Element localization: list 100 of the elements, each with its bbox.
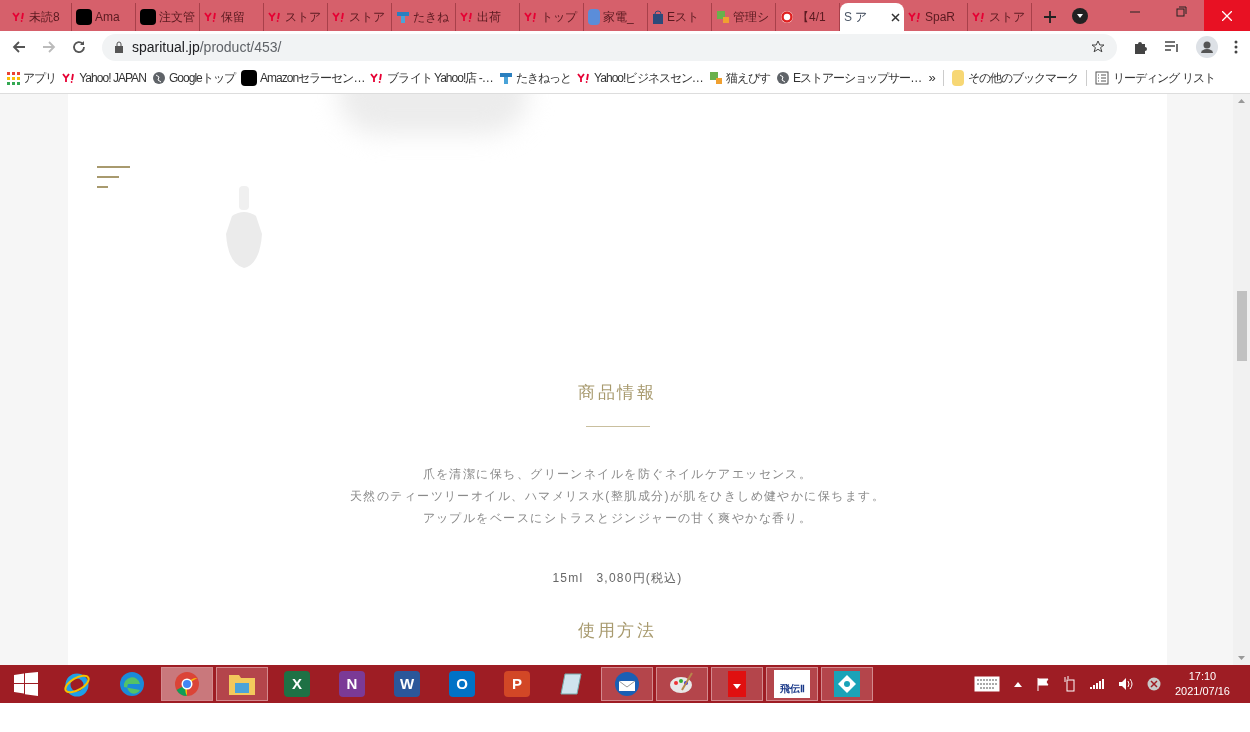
envelope-globe-icon (613, 670, 641, 698)
section-heading: 使用方法 (578, 621, 657, 641)
browser-tab[interactable]: S ア (840, 3, 904, 31)
bag-icon (652, 10, 664, 24)
app-logo-icon: O (449, 671, 475, 697)
close-icon[interactable] (891, 12, 900, 22)
chevron-up-icon[interactable] (1013, 681, 1022, 687)
app-logo-icon: X (284, 671, 310, 697)
apps-grid-icon (7, 71, 20, 85)
bookmark-item[interactable]: Yahoo! JAPAN (59, 69, 149, 87)
clock-time[interactable]: 17:10 (1188, 669, 1217, 684)
scroll-up-icon[interactable] (1238, 98, 1245, 103)
square-logo-icon (240, 70, 257, 86)
tab-title: 保留 (221, 9, 245, 26)
dropdown-icon[interactable] (1072, 7, 1088, 24)
scroll-down-icon[interactable] (1238, 656, 1245, 661)
description-line: 天然のティーツリーオイル、ハマメリス水(整肌成分)が肌をひきしめ健やかに保ちます。 (349, 488, 885, 505)
bookmark-item[interactable]: Googleトップ (148, 69, 238, 87)
price-text: 15ml 3,080円(税込) (552, 570, 683, 587)
taskbar-app[interactable] (601, 667, 653, 701)
back-icon[interactable] (12, 40, 26, 54)
section-heading: 商品情報 (578, 382, 657, 404)
browser-logo-icon (173, 670, 201, 698)
more-icon[interactable] (1234, 40, 1238, 54)
scrollbar[interactable] (1233, 94, 1250, 665)
tab-title: 注文管 (159, 9, 195, 26)
logo-mark-icon (268, 12, 282, 22)
tab-title: ストア (989, 9, 1025, 26)
globe-icon (775, 71, 790, 85)
battery-plug-icon[interactable] (1063, 676, 1076, 692)
app-logo-icon: 飛伝Ⅱ (774, 670, 810, 698)
logo-mark-icon (460, 12, 474, 22)
scroll-thumb[interactable] (1236, 291, 1247, 361)
taskbar-app[interactable]: N (326, 667, 378, 701)
windows-logo-icon[interactable] (14, 672, 38, 696)
logo-mark-icon (332, 12, 346, 22)
more-bookmarks-button[interactable]: » (924, 68, 939, 88)
logo-mark-icon (524, 12, 538, 22)
taskbar-app[interactable]: P (491, 667, 543, 701)
keyboard-icon[interactable] (973, 676, 1000, 692)
playlist-icon[interactable] (1164, 40, 1180, 54)
taskbar-app[interactable]: O (436, 667, 488, 701)
bookmark-item[interactable]: その他のブックマーク (947, 69, 1083, 87)
tab-title: Ama (95, 9, 120, 26)
wave-logo-icon (118, 670, 146, 698)
taskbar-app[interactable] (821, 667, 873, 701)
flag-icon[interactable] (1035, 677, 1050, 691)
profile-icon[interactable] (1196, 36, 1218, 58)
folder-icon (951, 70, 964, 86)
taskbar-app[interactable] (161, 667, 213, 701)
taskbar-app[interactable]: W (381, 667, 433, 701)
tab-title: ストア (285, 9, 321, 26)
tab-title: 出荷 (477, 9, 501, 26)
tab-title: Eスト (667, 9, 699, 26)
signal-icon[interactable] (1089, 678, 1104, 690)
speaker-icon[interactable] (1117, 677, 1133, 691)
page-icon (588, 9, 600, 25)
bookmark-item[interactable]: Amazonセラーセン… (237, 69, 368, 87)
logo-mark-icon (370, 73, 385, 83)
url-text: sparitual.jp/product/453/ (132, 37, 282, 57)
clock-date[interactable]: 2021/07/16 (1174, 684, 1230, 699)
tab-title: トップ (541, 9, 577, 26)
square-logo-icon (140, 9, 156, 25)
bookmark-item[interactable]: Yahoo!ビジネスセン… (574, 69, 706, 87)
tab-title: 【4/1 (797, 9, 826, 26)
tab-title: SpaR (925, 9, 956, 26)
blocks-icon (396, 10, 410, 24)
address-bar[interactable]: sparitual.jp/product/453/ (102, 33, 1117, 61)
taskbar-app[interactable] (656, 667, 708, 701)
app-logo-icon: P (504, 671, 530, 697)
tab-title: 管理シ (733, 9, 769, 26)
bookmark-item[interactable]: ブライト Yahoo!店 -… (367, 69, 496, 87)
favicon-letter: S (844, 9, 852, 26)
bookmark-item[interactable]: アプリ (4, 69, 60, 87)
bookmark-item[interactable]: たきねっと (495, 69, 575, 87)
close-circle-icon[interactable] (1146, 677, 1161, 691)
puzzle-icon[interactable] (1133, 39, 1148, 55)
lock-icon (114, 41, 124, 53)
taskbar-app[interactable] (216, 667, 268, 701)
taskbar-app[interactable]: 飛伝Ⅱ (766, 667, 818, 701)
star-icon[interactable] (1091, 40, 1105, 54)
taskbar-app[interactable]: X (271, 667, 323, 701)
tiles-icon (716, 10, 730, 24)
bookmark-item[interactable]: リーディング リスト (1091, 69, 1219, 87)
new-tab-icon[interactable] (1044, 11, 1056, 23)
square-logo-icon (76, 9, 92, 25)
globe-icon (151, 71, 166, 85)
app-logo-icon: N (339, 671, 365, 697)
app-logo-icon: W (394, 671, 420, 697)
description-line: アップルをベースにシトラスとジンジャーの甘く爽やかな香り。 (422, 510, 813, 527)
logo-mark-icon (577, 73, 592, 83)
blocks-icon (498, 71, 513, 85)
reload-icon[interactable] (72, 40, 86, 54)
bookmark-item[interactable]: 猫えびす (705, 69, 773, 87)
tab-title: ア (855, 9, 867, 26)
close-icon (1222, 10, 1232, 21)
menu-icon[interactable] (97, 166, 130, 188)
bookmark-item[interactable]: Eストアーショップサー… (772, 69, 925, 87)
list-icon (1095, 71, 1110, 85)
tab-title: たきね (413, 9, 449, 26)
